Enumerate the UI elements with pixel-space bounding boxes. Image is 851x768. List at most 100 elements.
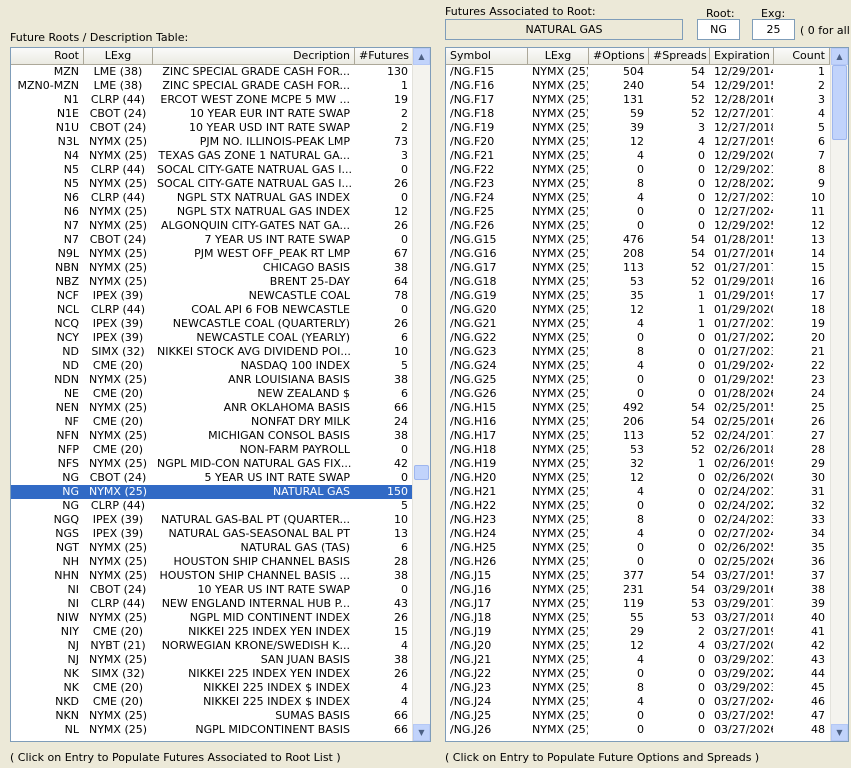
table-row[interactable]: /NG.G21 NYMX (25) 4 1 01/27/2021 19	[446, 317, 830, 331]
table-row[interactable]: /NG.F25 NYMX (25) 0 0 12/27/2024 11	[446, 205, 830, 219]
table-row[interactable]: NIY CME (20) NIKKEI 225 INDEX YEN INDEX 15	[11, 625, 413, 639]
table-row[interactable]: /NG.J22 NYMX (25) 0 0 03/29/2022 44	[446, 667, 830, 681]
scrollbar-thumb[interactable]	[414, 465, 429, 480]
table-row[interactable]: /NG.H22 NYMX (25) 0 0 02/24/2022 32	[446, 499, 830, 513]
table-row[interactable]: N5 NYMX (25) SOCAL CITY-GATE NATRUAL GAS I…	[11, 177, 413, 191]
table-row[interactable]: /NG.J20 NYMX (25) 12 4 03/27/2020 42	[446, 639, 830, 653]
table-row[interactable]: NKN NYMX (25) SUMAS BASIS 66	[11, 709, 413, 723]
table-row[interactable]: /NG.F17 NYMX (25) 131 52 12/28/2016 3	[446, 93, 830, 107]
table-row[interactable]: /NG.H19 NYMX (25) 32 1 02/26/2019 29	[446, 457, 830, 471]
table-row[interactable]: N5 CLRP (44) SOCAL CITY-GATE NATRUAL GAS I…	[11, 163, 413, 177]
table-row[interactable]: /NG.J19 NYMX (25) 29 2 03/27/2019 41	[446, 625, 830, 639]
table-row[interactable]: NJ NYMX (25) SAN JUAN BASIS 38	[11, 653, 413, 667]
table-row[interactable]: NG CLRP (44) 5	[11, 499, 413, 513]
scroll-down-arrow-icon[interactable]: ▼	[831, 724, 848, 741]
table-row[interactable]: MZN LME (38) ZINC SPECIAL GRADE CASH FOR..…	[11, 65, 413, 79]
roots-table[interactable]: Root LExg Decription #Futures MZN LME (38) ZI…	[10, 47, 431, 742]
table-row[interactable]: N1E CBOT (24) 10 YEAR EUR INT RATE SWAP 2	[11, 107, 413, 121]
table-row[interactable]: NL NYMX (25) NGPL MIDCONTINENT BASIS 66	[11, 723, 413, 737]
table-row[interactable]: N6 CLRP (44) NGPL STX NATRUAL GAS INDEX 0	[11, 191, 413, 205]
futures-table[interactable]: Symbol LExg #Options #Spreads Expiration Coun…	[445, 47, 849, 742]
table-row[interactable]: /NG.G26 NYMX (25) 0 0 01/28/2026 24	[446, 387, 830, 401]
table-row[interactable]: ND SIMX (32) NIKKEI STOCK AVG DIVIDEND POI…	[11, 345, 413, 359]
table-row[interactable]: /NG.J24 NYMX (25) 4 0 03/27/2024 46	[446, 695, 830, 709]
table-row[interactable]: /NG.H21 NYMX (25) 4 0 02/24/2021 31	[446, 485, 830, 499]
table-row[interactable]: NFN NYMX (25) MICHIGAN CONSOL BASIS 38	[11, 429, 413, 443]
table-row[interactable]: NFS NYMX (25) NGPL MID-CON NATURAL GAS FIX…	[11, 457, 413, 471]
table-row[interactable]: /NG.F24 NYMX (25) 4 0 12/27/2023 10	[446, 191, 830, 205]
table-row[interactable]: N1U CBOT (24) 10 YEAR USD INT RATE SWAP 2	[11, 121, 413, 135]
table-row[interactable]: /NG.H18 NYMX (25) 53 52 02/26/2018 28	[446, 443, 830, 457]
scroll-up-arrow-icon[interactable]: ▲	[831, 48, 848, 65]
table-row[interactable]: NDN NYMX (25) ANR LOUISIANA BASIS 38	[11, 373, 413, 387]
roots-table-scrollbar[interactable]: ▲ ▼	[412, 48, 430, 741]
table-row[interactable]: /NG.J25 NYMX (25) 0 0 03/27/2025 47	[446, 709, 830, 723]
root-input[interactable]: NG	[697, 19, 740, 40]
table-row[interactable]: NI CBOT (24) 10 YEAR US INT RATE SWAP 0	[11, 583, 413, 597]
table-row[interactable]: /NG.F18 NYMX (25) 59 52 12/27/2017 4	[446, 107, 830, 121]
table-row[interactable]: N7 NYMX (25) ALGONQUIN CITY-GATES NAT GA..…	[11, 219, 413, 233]
table-row[interactable]: /NG.H17 NYMX (25) 113 52 02/24/2017 27	[446, 429, 830, 443]
table-row[interactable]: NF CME (20) NONFAT DRY MILK 24	[11, 415, 413, 429]
table-row[interactable]: NCL CLRP (44) COAL API 6 FOB NEWCASTLE 0	[11, 303, 413, 317]
table-row[interactable]: NCF IPEX (39) NEWCASTLE COAL 78	[11, 289, 413, 303]
table-row[interactable]: /NG.G17 NYMX (25) 113 52 01/27/2017 15	[446, 261, 830, 275]
table-row[interactable]: /NG.G23 NYMX (25) 8 0 01/27/2023 21	[446, 345, 830, 359]
table-row[interactable]: /NG.G24 NYMX (25) 4 0 01/29/2024 22	[446, 359, 830, 373]
table-row[interactable]: NG NYMX (25) NATURAL GAS 150	[11, 485, 413, 499]
table-row[interactable]: /NG.J16 NYMX (25) 231 54 03/29/2016 38	[446, 583, 830, 597]
table-row[interactable]: /NG.G18 NYMX (25) 53 52 01/29/2018 16	[446, 275, 830, 289]
table-row[interactable]: NH NYMX (25) HOUSTON SHIP CHANNEL BASIS 28	[11, 555, 413, 569]
column-header-lexg[interactable]: LExg	[528, 48, 589, 65]
table-row[interactable]: /NG.J23 NYMX (25) 8 0 03/29/2023 45	[446, 681, 830, 695]
table-row[interactable]: NCQ IPEX (39) NEWCASTLE COAL (QUARTERLY) 26	[11, 317, 413, 331]
table-row[interactable]: /NG.H20 NYMX (25) 12 0 02/26/2020 30	[446, 471, 830, 485]
table-row[interactable]: /NG.G19 NYMX (25) 35 1 01/29/2019 17	[446, 289, 830, 303]
column-header-description[interactable]: Decription	[153, 48, 355, 65]
table-row[interactable]: NKD CME (20) NIKKEI 225 INDEX $ INDEX 4	[11, 695, 413, 709]
table-row[interactable]: NK CME (20) NIKKEI 225 INDEX $ INDEX 4	[11, 681, 413, 695]
table-row[interactable]: /NG.J21 NYMX (25) 4 0 03/29/2021 43	[446, 653, 830, 667]
table-row[interactable]: /NG.G15 NYMX (25) 476 54 01/28/2015 13	[446, 233, 830, 247]
table-row[interactable]: NCY IPEX (39) NEWCASTLE COAL (YEARLY) 6	[11, 331, 413, 345]
table-row[interactable]: MZN0-MZN LME (38) ZINC SPECIAL GRADE CASH …	[11, 79, 413, 93]
table-row[interactable]: /NG.F21 NYMX (25) 4 0 12/29/2020 7	[446, 149, 830, 163]
table-row[interactable]: /NG.F20 NYMX (25) 12 4 12/27/2019 6	[446, 135, 830, 149]
table-row[interactable]: NI CLRP (44) NEW ENGLAND INTERNAL HUB P...…	[11, 597, 413, 611]
table-row[interactable]: /NG.F16 NYMX (25) 240 54 12/29/2015 2	[446, 79, 830, 93]
column-header-count[interactable]: Count	[774, 48, 830, 65]
table-row[interactable]: /NG.F26 NYMX (25) 0 0 12/29/2025 12	[446, 219, 830, 233]
table-row[interactable]: NFP CME (20) NON-FARM PAYROLL 0	[11, 443, 413, 457]
table-row[interactable]: /NG.G22 NYMX (25) 0 0 01/27/2022 20	[446, 331, 830, 345]
futures-table-scrollbar[interactable]: ▲ ▼	[830, 48, 848, 741]
table-row[interactable]: /NG.F23 NYMX (25) 8 0 12/28/2022 9	[446, 177, 830, 191]
table-row[interactable]: NE CME (20) NEW ZEALAND $6	[11, 387, 413, 401]
column-header-futures[interactable]: #Futures	[355, 48, 413, 65]
table-row[interactable]: ND CME (20) NASDAQ 100 INDEX 5	[11, 359, 413, 373]
table-row[interactable]: NEN NYMX (25) ANR OKLAHOMA BASIS 66	[11, 401, 413, 415]
table-row[interactable]: /NG.H25 NYMX (25) 0 0 02/26/2025 35	[446, 541, 830, 555]
table-row[interactable]: NGS IPEX (39) NATURAL GAS-SEASONAL BAL PT 1…	[11, 527, 413, 541]
table-row[interactable]: NK SIMX (32) NIKKEI 225 INDEX YEN INDEX 26	[11, 667, 413, 681]
table-row[interactable]: NBN NYMX (25) CHICAGO BASIS 38	[11, 261, 413, 275]
table-row[interactable]: N4 NYMX (25) TEXAS GAS ZONE 1 NATURAL GA..…	[11, 149, 413, 163]
scroll-up-arrow-icon[interactable]: ▲	[413, 48, 430, 65]
table-row[interactable]: /NG.H15 NYMX (25) 492 54 02/25/2015 25	[446, 401, 830, 415]
table-row[interactable]: N3L NYMX (25) PJM NO. ILLINOIS-PEAK LMP 73	[11, 135, 413, 149]
column-header-options[interactable]: #Options	[589, 48, 649, 65]
table-row[interactable]: /NG.J26 NYMX (25) 0 0 03/27/2026 48	[446, 723, 830, 737]
scroll-down-arrow-icon[interactable]: ▼	[413, 724, 430, 741]
table-row[interactable]: NJ NYBT (21) NORWEGIAN KRONE/SWEDISH K... 4	[11, 639, 413, 653]
table-row[interactable]: NG CBOT (24) 5 YEAR US INT RATE SWAP 0	[11, 471, 413, 485]
scrollbar-thumb[interactable]	[832, 65, 847, 140]
table-row[interactable]: /NG.H23 NYMX (25) 8 0 02/24/2023 33	[446, 513, 830, 527]
table-row[interactable]: /NG.J15 NYMX (25) 377 54 03/27/2015 37	[446, 569, 830, 583]
table-row[interactable]: /NG.F22 NYMX (25) 0 0 12/29/2021 8	[446, 163, 830, 177]
table-row[interactable]: N7 CBOT (24) 7 YEAR US INT RATE SWAP 0	[11, 233, 413, 247]
table-row[interactable]: /NG.G20 NYMX (25) 12 1 01/29/2020 18	[446, 303, 830, 317]
exg-input[interactable]: 25	[752, 19, 795, 40]
column-header-lexg[interactable]: LExg	[84, 48, 153, 65]
table-row[interactable]: /NG.G25 NYMX (25) 0 0 01/29/2025 23	[446, 373, 830, 387]
column-header-spreads[interactable]: #Spreads	[649, 48, 710, 65]
table-row[interactable]: /NG.J18 NYMX (25) 55 53 03/27/2018 40	[446, 611, 830, 625]
